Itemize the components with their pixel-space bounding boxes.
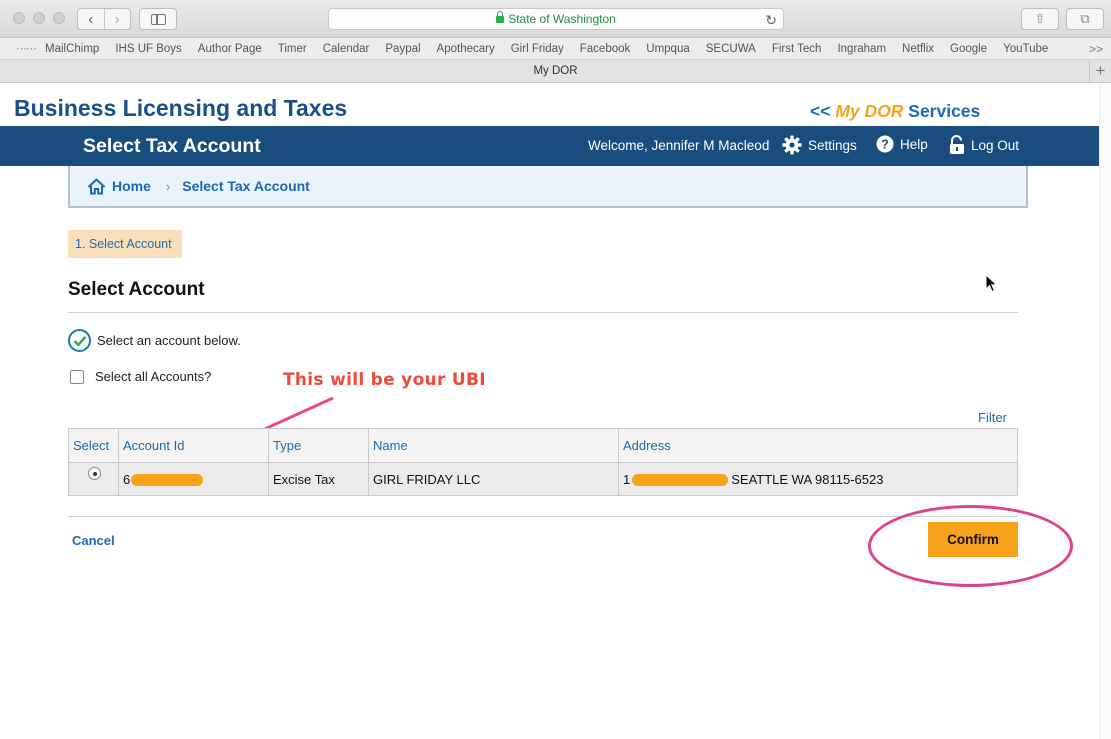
sidebar-toggle-button[interactable]: [139, 8, 177, 30]
bookmarks-bar: ⋯⋯ MailChimp IHS UF Boys Author Page Tim…: [0, 38, 1111, 60]
close-window-button[interactable]: [13, 12, 25, 24]
bookmark-item[interactable]: YouTube: [1003, 43, 1048, 55]
bookmark-item[interactable]: Google: [950, 43, 987, 55]
bookmark-item[interactable]: MailChimp: [45, 43, 99, 55]
forward-button[interactable]: ›: [103, 9, 131, 29]
select-all-checkbox[interactable]: [70, 369, 84, 384]
history-nav: ‹ ›: [77, 8, 131, 30]
redaction-mark: [632, 474, 729, 487]
share-button[interactable]: ⇧: [1021, 8, 1059, 30]
cancel-button[interactable]: Cancel: [72, 533, 115, 548]
breadcrumb-home[interactable]: Home: [112, 178, 151, 194]
column-header-account-id[interactable]: Account Id: [118, 428, 269, 463]
table-row[interactable]: 6 Excise Tax GIRL FRIDAY LLC 1 SEATTLE WA…: [68, 462, 1018, 496]
filter-link[interactable]: Filter: [978, 410, 1007, 425]
column-header-address[interactable]: Address: [618, 428, 1018, 463]
gear-icon: [782, 135, 802, 155]
bookmark-item[interactable]: Paypal: [385, 43, 420, 55]
welcome-text: Welcome, Jennifer M Macleod: [588, 138, 770, 153]
address-visible: SEATTLE WA 98115-6523: [731, 471, 884, 487]
browser-toolbar: ‹ › State of Washington ↻ ⇧ ⧉: [0, 0, 1111, 38]
bookmark-item[interactable]: SECUWA: [706, 43, 756, 55]
reload-icon[interactable]: ↻: [765, 10, 777, 31]
mydor-em: My DOR: [835, 101, 904, 121]
select-all-row: Select all Accounts?: [70, 369, 211, 384]
bookmark-item[interactable]: Ingraham: [837, 43, 886, 55]
back-button[interactable]: ‹: [78, 9, 104, 29]
address-cell: 1 SEATTLE WA 98115-6523: [618, 462, 1018, 496]
minimize-window-button[interactable]: [33, 12, 45, 24]
bookmark-item[interactable]: Author Page: [198, 43, 262, 55]
bookmark-item[interactable]: Facebook: [580, 43, 631, 55]
address-text: State of Washington: [508, 12, 616, 26]
help-link[interactable]: ? Help: [876, 135, 928, 153]
bookmarks-overflow-button[interactable]: >>: [1089, 42, 1103, 56]
home-icon: [87, 178, 106, 194]
page-title: Select Tax Account: [83, 135, 261, 157]
check-circle-icon: [68, 329, 91, 352]
new-tab-button[interactable]: +: [1089, 60, 1111, 82]
tab-my-dor[interactable]: My DOR: [533, 65, 577, 77]
mydor-prefix: <<: [810, 101, 831, 121]
help-label: Help: [900, 136, 928, 152]
zoom-window-button[interactable]: [53, 12, 65, 24]
bookmark-item[interactable]: Netflix: [902, 43, 934, 55]
bookmark-item[interactable]: IHS UF Boys: [115, 43, 181, 55]
mydor-services-link[interactable]: << My DOR Services: [810, 101, 980, 122]
instruction-text: Select an account below.: [97, 333, 241, 348]
settings-label: Settings: [808, 137, 857, 153]
address-bar[interactable]: State of Washington ↻: [328, 8, 784, 30]
logout-label: Log Out: [971, 137, 1020, 153]
grid-icon[interactable]: ⋯⋯: [16, 42, 37, 55]
divider: [68, 312, 1018, 313]
breadcrumb-current[interactable]: Select Tax Account: [182, 178, 310, 194]
address-prefix: 1: [623, 471, 631, 487]
divider: [68, 516, 1018, 517]
name-cell: GIRL FRIDAY LLC: [368, 462, 619, 496]
type-cell: Excise Tax: [268, 462, 369, 496]
step-indicator: 1. Select Account: [68, 230, 182, 258]
share-icon: ⇧: [1034, 11, 1046, 26]
breadcrumb: Home › Select Tax Account: [68, 166, 1028, 208]
scrollbar[interactable]: [1099, 83, 1111, 739]
bookmark-item[interactable]: Umpqua: [646, 43, 689, 55]
select-all-label: Select all Accounts?: [95, 369, 212, 384]
settings-link[interactable]: Settings: [782, 135, 857, 155]
sidebar-icon: [151, 14, 166, 25]
column-header-name[interactable]: Name: [368, 428, 619, 463]
tab-bar: My DOR +: [0, 60, 1111, 83]
accounts-table: Select Account Id Type Name Address 6 Ex…: [68, 428, 1018, 496]
instruction-row: Select an account below.: [68, 329, 241, 352]
lock-icon: [496, 11, 505, 23]
mouse-cursor-icon: [985, 274, 998, 293]
page-content: Business Licensing and Taxes << My DOR S…: [0, 83, 1111, 739]
confirm-highlight-annotation: [868, 505, 1073, 587]
tabs-icon: ⧉: [1080, 11, 1090, 26]
page-header: Select Tax Account Welcome, Jennifer M M…: [0, 126, 1099, 166]
column-header-select[interactable]: Select: [68, 428, 119, 463]
bookmark-item[interactable]: Apothecary: [437, 43, 495, 55]
redaction-mark: [131, 474, 204, 487]
logout-link[interactable]: Log Out: [949, 135, 1019, 155]
bookmark-item[interactable]: Calendar: [323, 43, 370, 55]
help-icon: ?: [876, 135, 894, 153]
column-header-type[interactable]: Type: [268, 428, 369, 463]
account-id-prefix: 6: [123, 471, 131, 487]
lock-open-icon: [950, 135, 964, 154]
ubi-annotation: This will be your UBI: [283, 370, 486, 390]
bookmark-item[interactable]: First Tech: [772, 43, 822, 55]
bookmark-item[interactable]: Timer: [278, 43, 307, 55]
table-header-row: Select Account Id Type Name Address: [68, 428, 1018, 463]
breadcrumb-separator: ›: [165, 178, 171, 194]
account-id-cell: 6: [118, 462, 269, 496]
section-title: Select Account: [68, 279, 205, 300]
account-radio[interactable]: [88, 467, 101, 480]
svg-text:?: ?: [881, 137, 889, 151]
select-cell: [68, 462, 119, 496]
bookmark-item[interactable]: Girl Friday: [511, 43, 564, 55]
site-title[interactable]: Business Licensing and Taxes: [14, 95, 347, 122]
mydor-suffix: Services: [908, 101, 981, 121]
show-tabs-button[interactable]: ⧉: [1066, 8, 1104, 30]
